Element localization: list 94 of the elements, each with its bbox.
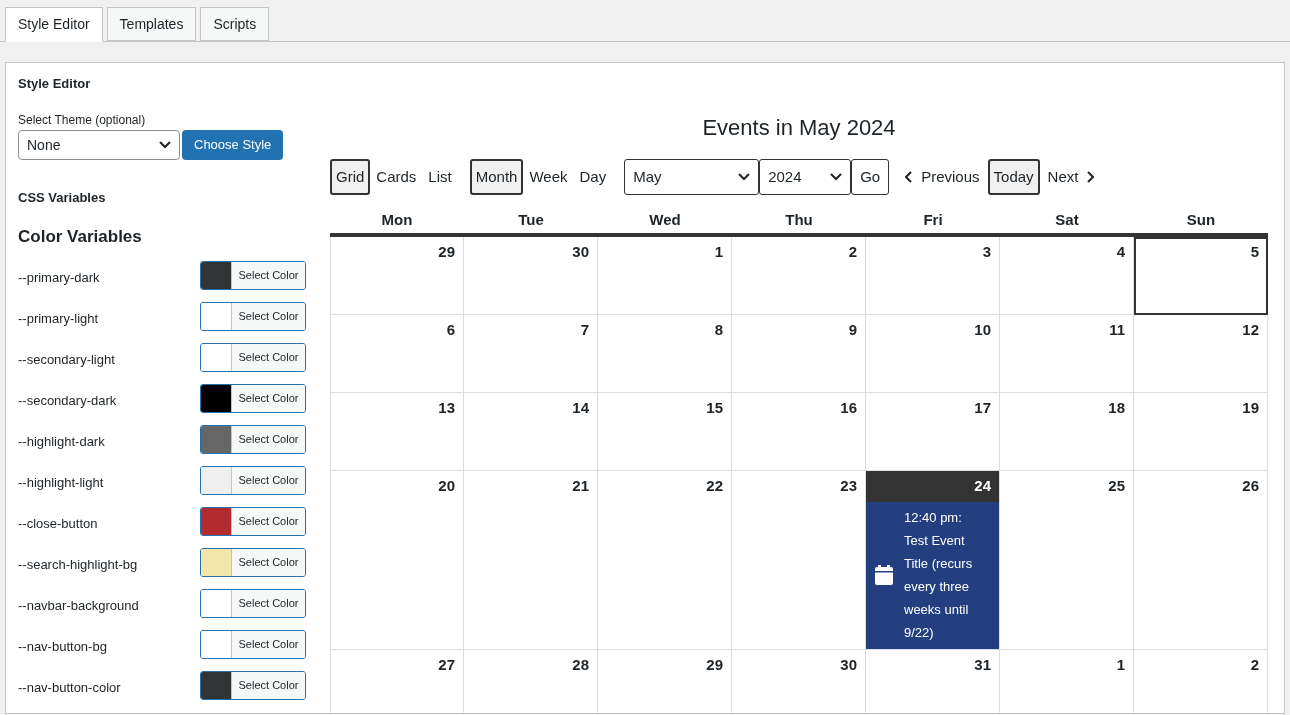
- event-title: 12:40 pm: Test Event Title (recurs every three weeks until 9/22): [904, 509, 974, 643]
- chevron-left-icon: [905, 171, 914, 183]
- event-card[interactable]: 12:40 pm: Test Event Title (recurs every three weeks until 9/22): [866, 501, 999, 649]
- tab[interactable]: Scripts: [200, 7, 270, 41]
- variable-name: --highlight-light: [18, 473, 104, 492]
- day-number: 30: [839, 655, 858, 675]
- day-number: 26: [1241, 476, 1260, 496]
- day-number: 14: [571, 398, 590, 418]
- day-number: 21: [571, 476, 590, 496]
- day-number: 10: [973, 320, 992, 340]
- select-color-button[interactable]: Select Color: [200, 548, 306, 577]
- view-button[interactable]: Day: [573, 159, 613, 195]
- day-number: 6: [445, 320, 456, 340]
- variable-name: --secondary-light: [18, 350, 115, 369]
- day-number: 24: [866, 471, 999, 502]
- panel-title: Style Editor: [18, 75, 92, 93]
- weekday-header: Sun: [1134, 209, 1268, 237]
- variable-name: --primary-light: [18, 309, 99, 328]
- weekday-header: Wed: [598, 209, 732, 237]
- choose-style-button[interactable]: Choose Style: [182, 130, 284, 160]
- chevron-right-icon: [1086, 171, 1095, 183]
- view-button[interactable]: Cards: [370, 159, 423, 195]
- day-number: 2: [1249, 655, 1260, 675]
- day-number: 25: [1107, 476, 1126, 496]
- variable-name: --navbar-background: [18, 596, 139, 615]
- weekday-header: Sat: [1000, 209, 1134, 237]
- day-number: 15: [705, 398, 724, 418]
- day-number: 3: [981, 242, 992, 262]
- day-number: 27: [437, 655, 456, 675]
- tab[interactable]: Style Editor: [5, 7, 103, 42]
- tab[interactable]: Templates: [106, 7, 197, 41]
- calendar-title: Events in May 2024: [701, 114, 897, 142]
- select-color-button[interactable]: Select Color: [200, 384, 306, 413]
- day-number: 28: [571, 655, 590, 675]
- variable-name: --close-button: [18, 514, 98, 533]
- day-number: 5: [1249, 242, 1260, 262]
- variable-name: --nav-button-color: [18, 678, 121, 697]
- go-button[interactable]: Go: [851, 159, 890, 195]
- theme-select[interactable]: None: [18, 130, 180, 160]
- day-number: 9: [847, 320, 858, 340]
- day-number: 8: [713, 320, 724, 340]
- calendar-icon: [874, 564, 894, 587]
- day-number: 23: [839, 476, 858, 496]
- day-number: 16: [839, 398, 858, 418]
- day-number: 4: [1115, 242, 1126, 262]
- day-number: 1: [1115, 655, 1126, 675]
- select-color-button[interactable]: Select Color: [200, 302, 306, 331]
- day-number: 11: [1108, 320, 1126, 340]
- weekday-header: Tue: [464, 209, 598, 237]
- section-heading: Color Variables: [18, 225, 143, 248]
- day-number: 18: [1107, 398, 1126, 418]
- day-number: 29: [705, 655, 724, 675]
- day-number: 29: [437, 242, 456, 262]
- select-color-button[interactable]: Select Color: [200, 343, 306, 372]
- day-number: 17: [973, 398, 992, 418]
- chevron-icon: [830, 173, 843, 181]
- day-number: 13: [437, 398, 456, 418]
- chevron-icon: [738, 173, 751, 181]
- day-number: 7: [579, 320, 590, 340]
- day-number: 20: [437, 476, 456, 496]
- day-number: 31: [973, 655, 992, 675]
- view-button[interactable]: Week: [523, 159, 574, 195]
- chevron-icon: [159, 141, 171, 149]
- select-color-button[interactable]: Select Color: [200, 466, 306, 495]
- section-heading: CSS Variables: [18, 189, 107, 207]
- weekday-header: Mon: [330, 209, 464, 237]
- previous-button[interactable]: Previous: [897, 159, 988, 195]
- day-number: 22: [705, 476, 724, 496]
- day-number: 1: [713, 242, 724, 262]
- select-color-button[interactable]: Select Color: [200, 589, 306, 618]
- day-number: 19: [1241, 398, 1260, 418]
- select-color-button[interactable]: Select Color: [200, 630, 306, 659]
- weekday-header: Thu: [732, 209, 866, 237]
- year-select[interactable]: 2024: [759, 159, 852, 195]
- select-color-button[interactable]: Select Color: [200, 671, 306, 700]
- view-button[interactable]: Month: [469, 159, 524, 195]
- variable-name: --highlight-dark: [18, 432, 105, 451]
- select-color-button[interactable]: Select Color: [200, 261, 306, 290]
- variable-name: --nav-button-bg: [18, 637, 107, 656]
- select-color-button[interactable]: Select Color: [200, 425, 306, 454]
- month-select[interactable]: May: [624, 159, 760, 195]
- next-button[interactable]: Next: [1039, 159, 1103, 195]
- day-number: 30: [571, 242, 590, 262]
- variable-name: --secondary-dark: [18, 391, 117, 410]
- field-label: Select Theme (optional): [18, 112, 147, 129]
- select-color-button[interactable]: Select Color: [200, 507, 306, 536]
- variable-name: --search-highlight-bg: [18, 555, 138, 574]
- view-button[interactable]: Grid: [330, 159, 371, 195]
- today-button[interactable]: Today: [987, 159, 1040, 195]
- view-button[interactable]: List: [422, 159, 458, 195]
- day-number: 2: [847, 242, 858, 262]
- weekday-header: Fri: [866, 209, 1000, 237]
- variable-name: --primary-dark: [18, 268, 100, 287]
- day-number: 12: [1241, 320, 1260, 340]
